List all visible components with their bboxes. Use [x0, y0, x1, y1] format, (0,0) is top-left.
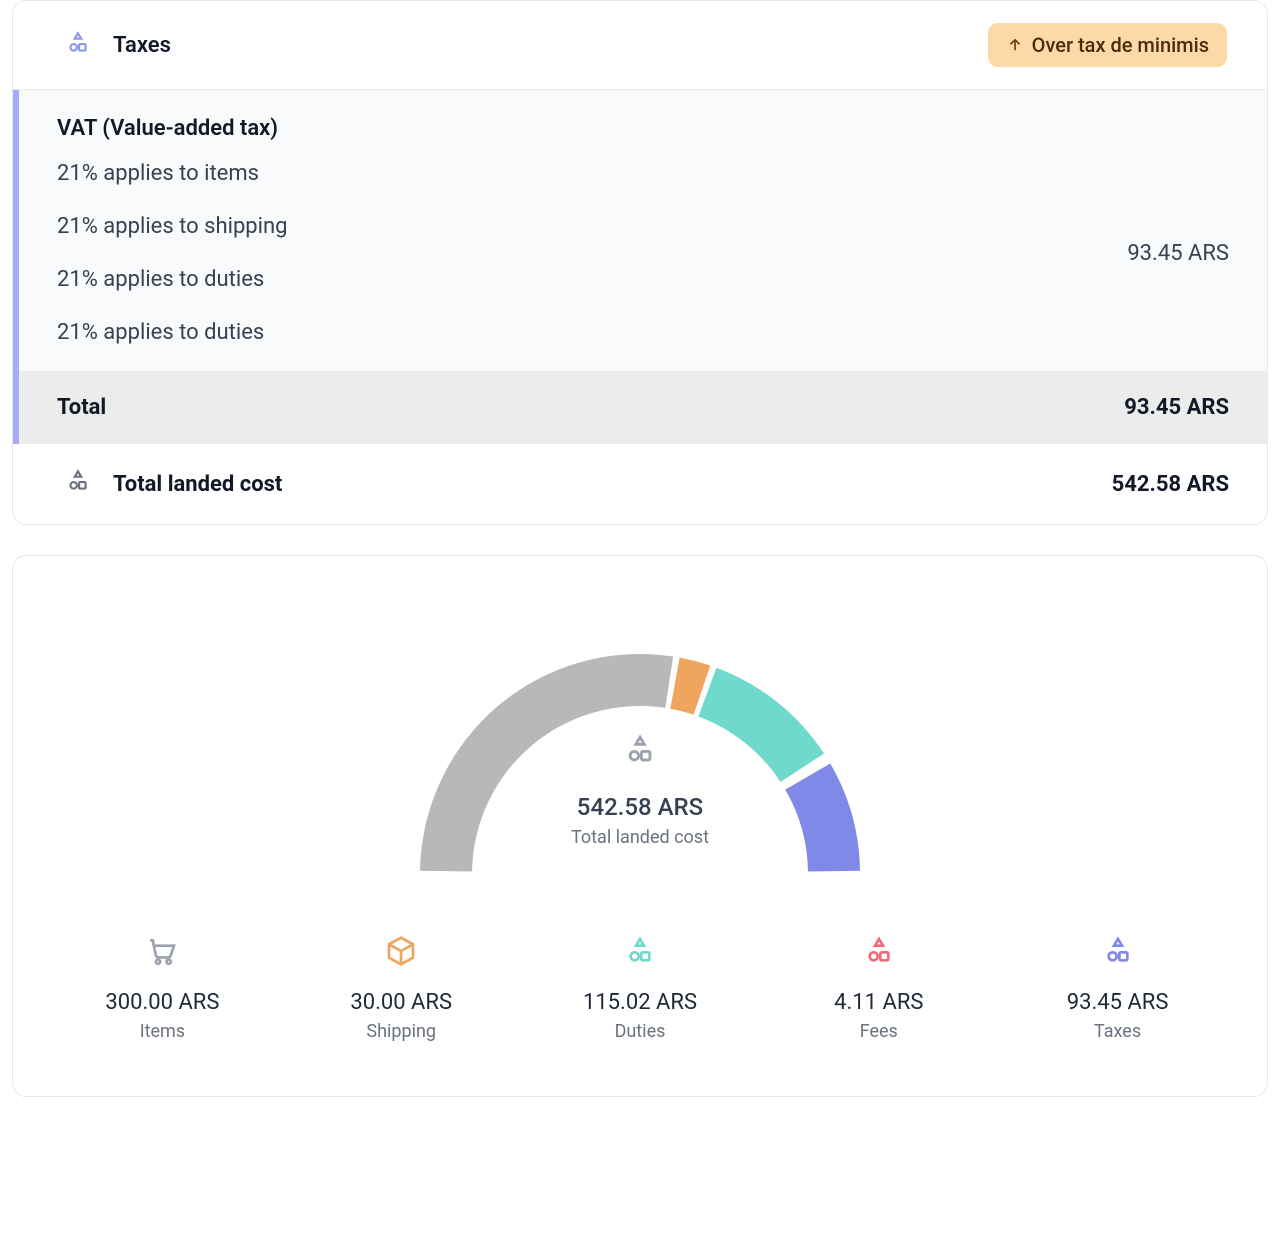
landed-cost-row: Total landed cost 542.58 ARS — [13, 444, 1267, 524]
tax-total-row: Total 93.45 ARS — [19, 371, 1267, 444]
badge-text: Over tax de minimis — [1032, 33, 1209, 57]
legend-amount: 115.02 ARS — [531, 990, 750, 1015]
legend-item-taxes: 93.45 ARS Taxes — [1008, 934, 1227, 1042]
vat-title: VAT (Value-added tax) — [57, 116, 1229, 141]
gauge-amount: 542.58 ARS — [571, 793, 709, 821]
vat-lines: 21% applies to items 21% applies to ship… — [57, 161, 288, 345]
legend-label: Shipping — [292, 1021, 511, 1042]
legend-item-duties: 115.02 ARS Duties — [531, 934, 750, 1042]
vat-line: 21% applies to duties — [57, 320, 288, 345]
landed-cost-chart-card: 542.58 ARS Total landed cost 300.00 ARS … — [12, 555, 1268, 1097]
vat-block: VAT (Value-added tax) 21% applies to ite… — [19, 90, 1267, 371]
legend-amount: 30.00 ARS — [292, 990, 511, 1015]
legend-label: Items — [53, 1021, 272, 1042]
gauge-chart: 542.58 ARS Total landed cost — [370, 604, 910, 884]
shapes-icon — [65, 30, 91, 60]
tax-total-label: Total — [57, 395, 106, 420]
vat-line: 21% applies to shipping — [57, 214, 288, 239]
chart-legend: 300.00 ARS Items 30.00 ARS Shipping — [53, 934, 1227, 1042]
taxes-accent-block: VAT (Value-added tax) 21% applies to ite… — [13, 90, 1267, 444]
legend-label: Fees — [769, 1021, 988, 1042]
taxes-title: Taxes — [113, 33, 171, 58]
vat-line: 21% applies to duties — [57, 267, 288, 292]
legend-amount: 4.11 ARS — [769, 990, 988, 1015]
landed-cost-amount: 542.58 ARS — [1112, 472, 1229, 497]
vat-line: 21% applies to items — [57, 161, 288, 186]
tax-de-minimis-badge: Over tax de minimis — [988, 23, 1227, 67]
shapes-icon — [769, 934, 988, 968]
package-icon — [292, 934, 511, 968]
landed-cost-label: Total landed cost — [113, 472, 282, 497]
arrow-up-icon — [1006, 36, 1024, 54]
legend-amount: 93.45 ARS — [1008, 990, 1227, 1015]
shapes-icon — [531, 934, 750, 968]
legend-label: Taxes — [1008, 1021, 1227, 1042]
cart-icon — [53, 934, 272, 968]
taxes-card: Taxes Over tax de minimis VAT (Value-add… — [12, 0, 1268, 525]
legend-item-fees: 4.11 ARS Fees — [769, 934, 988, 1042]
shapes-icon — [65, 468, 91, 500]
vat-amount: 93.45 ARS — [1127, 241, 1229, 266]
shapes-icon — [1008, 934, 1227, 968]
legend-amount: 300.00 ARS — [53, 990, 272, 1015]
tax-total-amount: 93.45 ARS — [1124, 395, 1229, 420]
legend-label: Duties — [531, 1021, 750, 1042]
gauge-center: 542.58 ARS Total landed cost — [571, 733, 709, 848]
shapes-icon — [623, 733, 657, 771]
taxes-header: Taxes Over tax de minimis — [13, 1, 1267, 90]
legend-item-shipping: 30.00 ARS Shipping — [292, 934, 511, 1042]
legend-item-items: 300.00 ARS Items — [53, 934, 272, 1042]
gauge-label: Total landed cost — [571, 827, 709, 848]
gauge-wrap: 542.58 ARS Total landed cost — [53, 604, 1227, 884]
